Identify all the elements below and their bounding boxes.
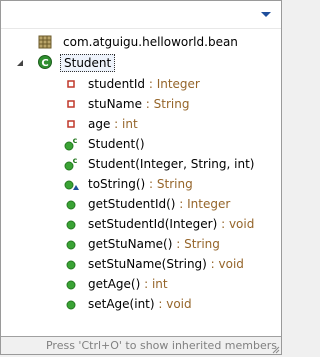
public-method-icon xyxy=(63,236,79,252)
expanded-arrow-icon[interactable] xyxy=(15,57,25,67)
member-label: studentId : Integer xyxy=(88,77,200,91)
svg-text:C: C xyxy=(41,58,48,69)
member-label: stuName : String xyxy=(88,97,190,111)
quick-outline-popup: com.atguigu.helloworld.bean C Student st… xyxy=(0,0,282,355)
class-icon: C xyxy=(37,54,53,70)
member-label: getAge() : int xyxy=(88,277,168,291)
tree-item-constructor-default[interactable]: c Student() xyxy=(1,134,281,154)
svg-text:c: c xyxy=(73,156,78,165)
status-bar: Press 'Ctrl+O' to show inherited members xyxy=(1,336,281,354)
public-method-icon xyxy=(63,256,79,272)
member-label: toString() : String xyxy=(88,177,193,191)
tree-item-method-setage[interactable]: setAge(int) : void xyxy=(1,294,281,314)
tree-item-field-stuname[interactable]: stuName : String xyxy=(1,94,281,114)
member-label: setAge(int) : void xyxy=(88,297,192,311)
tree-item-method-setstudentid[interactable]: setStudentId(Integer) : void xyxy=(1,214,281,234)
tree-item-method-getstudentid[interactable]: getStudentId() : Integer xyxy=(1,194,281,214)
svg-text:c: c xyxy=(73,136,78,145)
public-constructor-icon: c xyxy=(63,156,79,172)
private-field-icon xyxy=(63,96,79,112)
tree-item-method-getstuname[interactable]: getStuName() : String xyxy=(1,234,281,254)
public-method-icon xyxy=(63,296,79,312)
tree-item-field-age[interactable]: age : int xyxy=(1,114,281,134)
package-label: com.atguigu.helloworld.bean xyxy=(63,35,238,49)
public-override-method-icon xyxy=(63,176,79,192)
package-import-icon xyxy=(37,34,53,50)
public-method-icon xyxy=(63,196,79,212)
member-label: Student() xyxy=(88,137,145,151)
tree-item-field-studentid[interactable]: studentId : Integer xyxy=(1,74,281,94)
class-label: Student xyxy=(60,54,116,72)
status-hint: Press 'Ctrl+O' to show inherited members xyxy=(45,339,277,352)
tree-item-package[interactable]: com.atguigu.helloworld.bean xyxy=(1,32,281,52)
tree-item-method-getage[interactable]: getAge() : int xyxy=(1,274,281,294)
private-field-icon xyxy=(63,116,79,132)
tree-item-method-tostring[interactable]: toString() : String xyxy=(1,174,281,194)
member-label: Student(Integer, String, int) xyxy=(88,157,255,171)
popup-header xyxy=(1,1,281,29)
tree-item-method-setstuname[interactable]: setStuName(String) : void xyxy=(1,254,281,274)
public-method-icon xyxy=(63,276,79,292)
member-label: age : int xyxy=(88,117,138,131)
public-method-icon xyxy=(63,216,79,232)
member-label: setStuName(String) : void xyxy=(88,257,244,271)
member-label: getStuName() : String xyxy=(88,237,220,251)
tree-item-constructor-full[interactable]: c Student(Integer, String, int) xyxy=(1,154,281,174)
tree-item-class-student[interactable]: C Student xyxy=(1,52,281,72)
member-label: getStudentId() : Integer xyxy=(88,197,231,211)
private-field-icon xyxy=(63,76,79,92)
resize-grip-icon[interactable] xyxy=(270,343,280,354)
public-constructor-icon: c xyxy=(63,136,79,152)
member-label: setStudentId(Integer) : void xyxy=(88,217,255,231)
view-menu-triangle-icon[interactable] xyxy=(258,8,274,22)
